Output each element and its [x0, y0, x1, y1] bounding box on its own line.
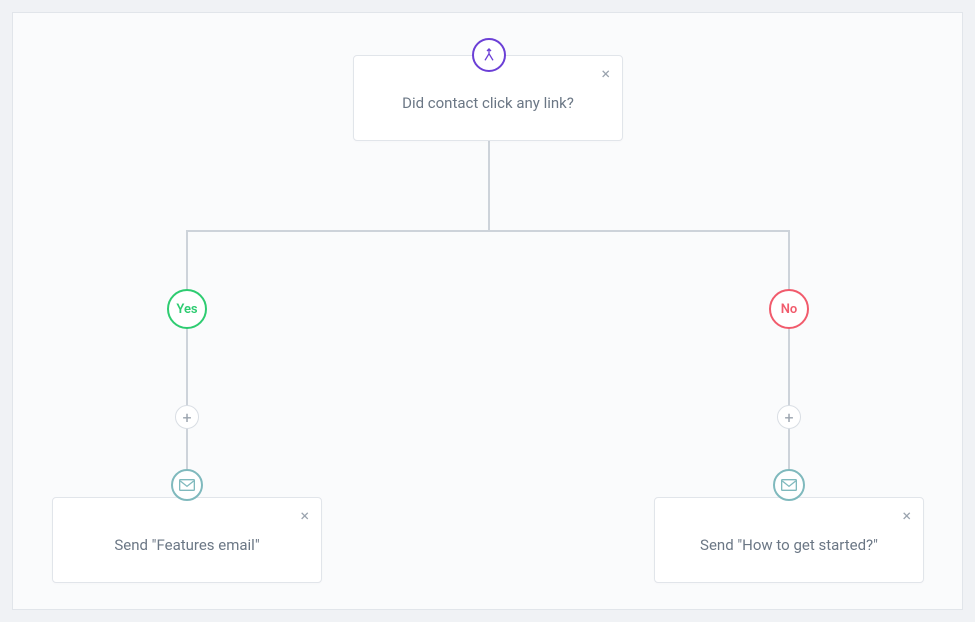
- split-icon: [472, 38, 506, 72]
- workflow-canvas[interactable]: × Did contact click any link? Yes + × Se…: [12, 12, 963, 610]
- branch-no-badge: No: [769, 289, 809, 329]
- no-action-label: Send "How to get started?": [700, 536, 878, 554]
- no-label: No: [781, 302, 798, 317]
- yes-action-node[interactable]: × Send "Features email": [52, 497, 322, 583]
- connector-line: [788, 230, 790, 510]
- yes-action-label: Send "Features email": [114, 536, 259, 554]
- branch-yes-badge: Yes: [167, 289, 207, 329]
- connector-line: [488, 138, 490, 230]
- connector-line: [186, 230, 790, 232]
- email-icon: [773, 469, 805, 501]
- close-icon[interactable]: ×: [902, 506, 911, 525]
- decision-label: Did contact click any link?: [402, 94, 574, 112]
- add-step-no-button[interactable]: +: [777, 405, 801, 429]
- close-icon[interactable]: ×: [601, 64, 610, 83]
- close-icon[interactable]: ×: [300, 506, 309, 525]
- yes-label: Yes: [176, 302, 197, 317]
- add-step-yes-button[interactable]: +: [175, 405, 199, 429]
- no-action-node[interactable]: × Send "How to get started?": [654, 497, 924, 583]
- connector-line: [186, 230, 188, 510]
- email-icon: [171, 469, 203, 501]
